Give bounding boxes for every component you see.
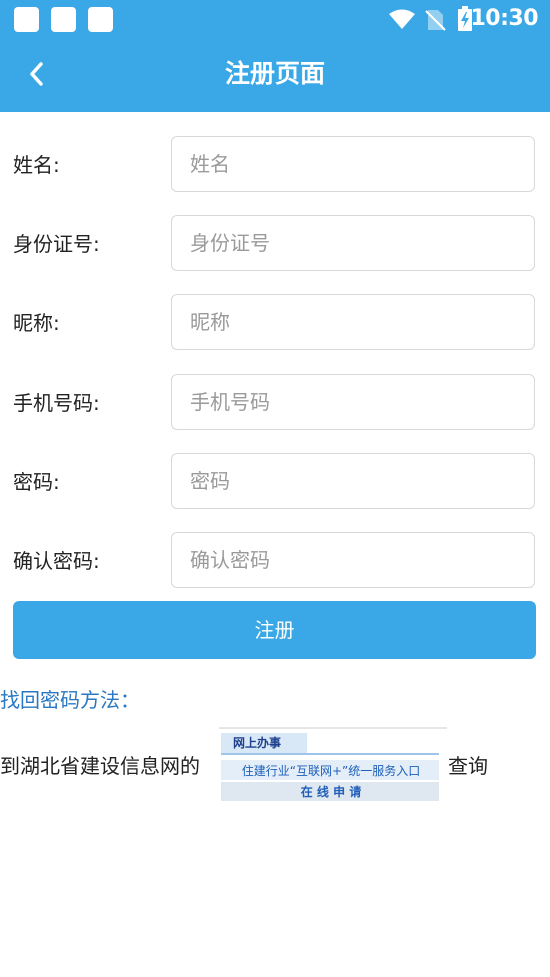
password-input[interactable]: [171, 453, 535, 509]
name-input[interactable]: [171, 136, 535, 192]
confirm-password-input[interactable]: [171, 532, 535, 588]
register-button[interactable]: 注册: [13, 601, 536, 659]
back-button[interactable]: [20, 54, 60, 94]
phone-input[interactable]: [171, 374, 535, 430]
confirm-password-label: 确认密码:: [13, 549, 100, 573]
online-service-banner[interactable]: 网上办事 住建行业“互联网+”统一服务入口 在 线 申 请: [219, 727, 447, 802]
banner-line1: 住建行业“互联网+”统一服务入口: [241, 764, 421, 778]
phone-row: 手机号码:: [0, 374, 550, 432]
no-sim-icon: [425, 10, 446, 31]
recover-heading: 找回密码方法：: [0, 688, 140, 712]
notification-icon: [14, 7, 39, 32]
query-text: 查询: [448, 754, 488, 778]
phone-label: 手机号码:: [13, 391, 100, 415]
app-bar: 注册页面: [0, 38, 550, 112]
name-label: 姓名:: [13, 153, 60, 177]
status-time: 10:30: [470, 6, 538, 31]
password-row: 密码:: [0, 453, 550, 511]
password-label: 密码:: [13, 470, 60, 494]
id-number-row: 身份证号:: [0, 215, 550, 273]
confirm-password-row: 确认密码:: [0, 532, 550, 590]
page-title: 注册页面: [224, 59, 325, 88]
name-row: 姓名:: [0, 136, 550, 194]
notification-icon: [88, 7, 113, 32]
nickname-row: 昵称:: [0, 294, 550, 352]
notification-icon: [51, 7, 76, 32]
status-bar: 10:30: [0, 0, 550, 38]
banner-tab: 网上办事: [233, 736, 282, 750]
id-number-input[interactable]: [171, 215, 535, 271]
id-number-label: 身份证号:: [13, 232, 100, 256]
nickname-input[interactable]: [171, 294, 535, 350]
nickname-label: 昵称:: [13, 311, 60, 335]
banner-line2: 在 线 申 请: [300, 785, 362, 799]
wifi-icon: [389, 9, 415, 29]
recover-instruction: 到湖北省建设信息网的: [0, 754, 200, 778]
